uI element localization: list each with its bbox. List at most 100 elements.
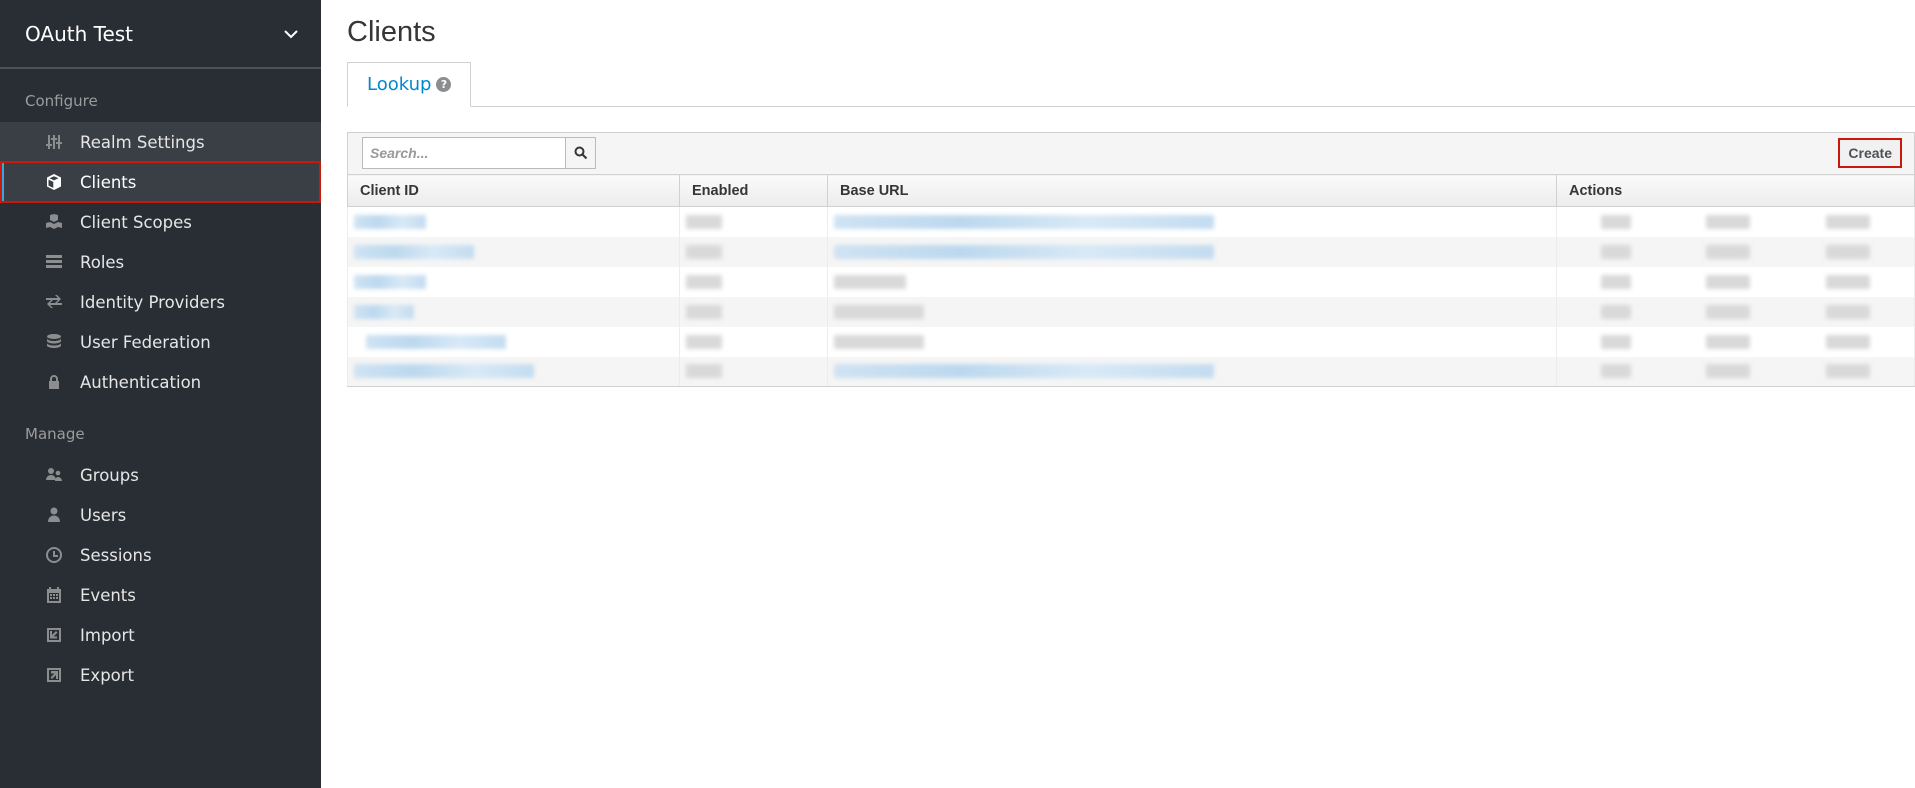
sidebar-item-client-scopes[interactable]: Client Scopes bbox=[0, 202, 321, 242]
sidebar-item-label: Users bbox=[80, 505, 127, 525]
sidebar-item-realm-settings[interactable]: Realm Settings bbox=[0, 122, 321, 162]
delete-action[interactable] bbox=[1826, 214, 1871, 229]
sidebar-item-export[interactable]: Export bbox=[0, 655, 321, 695]
base-url-cell bbox=[827, 296, 1557, 327]
database-icon bbox=[44, 332, 64, 352]
sidebar: OAuth Test Configure Realm Settings Clie… bbox=[0, 0, 321, 788]
main-content: Clients Lookup ? Create Clien bbox=[321, 0, 1915, 788]
export-action[interactable] bbox=[1706, 364, 1751, 379]
cube-icon bbox=[44, 172, 64, 192]
client-id-cell[interactable] bbox=[347, 266, 680, 297]
tab-label: Lookup bbox=[367, 74, 432, 95]
delete-action[interactable] bbox=[1826, 304, 1871, 319]
sidebar-item-events[interactable]: Events bbox=[0, 575, 321, 615]
list-icon bbox=[44, 252, 64, 272]
create-button[interactable]: Create bbox=[1838, 138, 1902, 168]
client-id-cell[interactable] bbox=[347, 326, 680, 357]
realm-selector[interactable]: OAuth Test bbox=[0, 0, 321, 69]
table-row bbox=[347, 236, 1915, 267]
search-group bbox=[362, 137, 596, 169]
search-button[interactable] bbox=[566, 137, 596, 169]
table-row bbox=[347, 296, 1915, 327]
sidebar-item-label: Sessions bbox=[80, 545, 152, 565]
export-action[interactable] bbox=[1706, 244, 1751, 259]
base-url-cell[interactable] bbox=[827, 356, 1557, 387]
help-icon[interactable]: ? bbox=[436, 77, 452, 92]
sidebar-item-clients[interactable]: Clients bbox=[0, 161, 321, 203]
column-header-base-url: Base URL bbox=[827, 174, 1557, 207]
client-id-cell[interactable] bbox=[347, 236, 680, 267]
actions-cell bbox=[1556, 236, 1915, 267]
sidebar-item-label: Events bbox=[80, 585, 136, 605]
sidebar-item-users[interactable]: Users bbox=[0, 495, 321, 535]
clients-table: Client ID Enabled Base URL Actions bbox=[347, 174, 1915, 387]
sidebar-item-sessions[interactable]: Sessions bbox=[0, 535, 321, 575]
actions-cell bbox=[1556, 326, 1915, 357]
sidebar-item-label: User Federation bbox=[80, 332, 211, 352]
app: OAuth Test Configure Realm Settings Clie… bbox=[0, 0, 1915, 788]
client-id-cell[interactable] bbox=[347, 206, 680, 237]
base-url-cell bbox=[827, 326, 1557, 357]
delete-action[interactable] bbox=[1826, 274, 1871, 289]
edit-action[interactable] bbox=[1600, 364, 1631, 379]
user-icon bbox=[44, 505, 64, 525]
export-action[interactable] bbox=[1706, 304, 1751, 319]
enabled-cell bbox=[679, 236, 828, 267]
base-url-cell[interactable] bbox=[827, 236, 1557, 267]
column-header-client-id[interactable]: Client ID bbox=[347, 174, 680, 207]
page-title: Clients bbox=[347, 16, 436, 48]
sidebar-item-label: Realm Settings bbox=[80, 132, 205, 152]
sidebar-item-authentication[interactable]: Authentication bbox=[0, 362, 321, 402]
users-icon bbox=[44, 465, 64, 485]
sliders-icon bbox=[44, 132, 64, 152]
delete-action[interactable] bbox=[1826, 364, 1871, 379]
tab-bar: Lookup ? bbox=[347, 62, 1915, 107]
enabled-cell bbox=[679, 266, 828, 297]
tab-lookup[interactable]: Lookup ? bbox=[347, 62, 472, 107]
sidebar-item-label: Groups bbox=[80, 465, 139, 485]
enabled-cell bbox=[679, 296, 828, 327]
sidebar-item-label: Import bbox=[80, 625, 135, 645]
export-action[interactable] bbox=[1706, 274, 1751, 289]
edit-action[interactable] bbox=[1600, 244, 1631, 259]
search-input[interactable] bbox=[362, 137, 566, 169]
sidebar-item-roles[interactable]: Roles bbox=[0, 242, 321, 282]
sidebar-item-label: Export bbox=[80, 665, 135, 685]
sidebar-item-user-federation[interactable]: User Federation bbox=[0, 322, 321, 362]
lock-icon bbox=[44, 372, 64, 392]
configure-section-title: Configure bbox=[25, 92, 98, 110]
sidebar-item-groups[interactable]: Groups bbox=[0, 455, 321, 495]
actions-cell bbox=[1556, 356, 1915, 387]
column-header-enabled: Enabled bbox=[679, 174, 828, 207]
client-id-cell[interactable] bbox=[347, 356, 680, 387]
edit-action[interactable] bbox=[1600, 304, 1631, 319]
sidebar-item-label: Identity Providers bbox=[80, 292, 226, 312]
enabled-cell bbox=[679, 356, 828, 387]
table-row bbox=[347, 356, 1915, 387]
export-action[interactable] bbox=[1706, 334, 1751, 349]
delete-action[interactable] bbox=[1826, 334, 1871, 349]
sidebar-item-label: Roles bbox=[80, 252, 125, 272]
base-url-cell bbox=[827, 266, 1557, 297]
cubes-icon bbox=[44, 212, 64, 232]
search-icon bbox=[574, 146, 587, 160]
edit-action[interactable] bbox=[1600, 274, 1631, 289]
sidebar-item-label: Clients bbox=[80, 172, 137, 192]
sidebar-item-label: Authentication bbox=[80, 372, 202, 392]
actions-cell bbox=[1556, 206, 1915, 237]
sidebar-item-label: Client Scopes bbox=[80, 212, 192, 232]
client-id-cell[interactable] bbox=[347, 296, 680, 327]
export-action[interactable] bbox=[1706, 214, 1751, 229]
clock-icon bbox=[44, 545, 64, 565]
delete-action[interactable] bbox=[1826, 244, 1871, 259]
sidebar-item-identity-providers[interactable]: Identity Providers bbox=[0, 282, 321, 322]
export-icon bbox=[44, 665, 64, 685]
base-url-cell[interactable] bbox=[827, 206, 1557, 237]
sidebar-item-import[interactable]: Import bbox=[0, 615, 321, 655]
edit-action[interactable] bbox=[1600, 334, 1631, 349]
calendar-icon bbox=[44, 585, 64, 605]
table-row bbox=[347, 326, 1915, 357]
enabled-cell bbox=[679, 326, 828, 357]
realm-name: OAuth Test bbox=[25, 21, 134, 46]
edit-action[interactable] bbox=[1600, 214, 1631, 229]
